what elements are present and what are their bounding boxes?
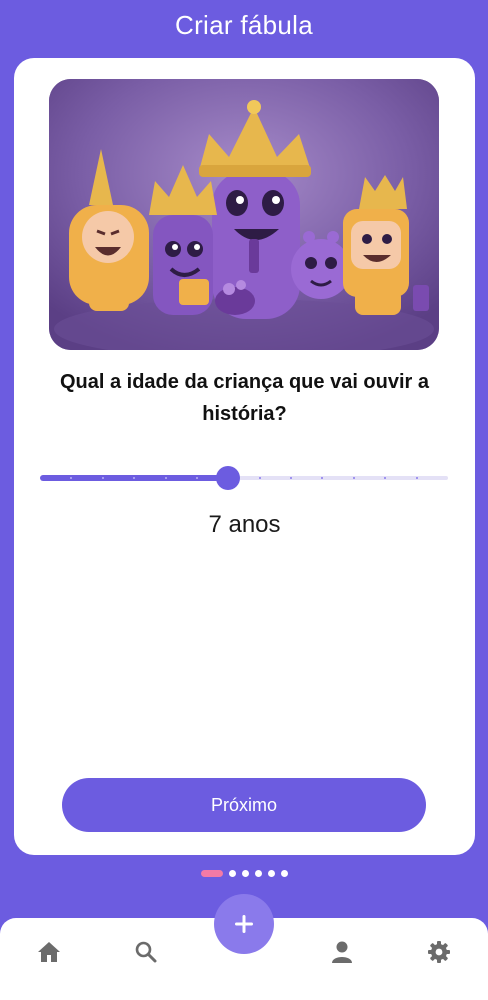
profile-button[interactable] [322,936,362,968]
plus-icon [235,915,253,933]
slider-tick [133,477,135,479]
page-title: Criar fábula [175,10,313,40]
slider-thumb[interactable] [216,466,240,490]
step-dot [254,869,262,877]
slider-tick [102,477,104,479]
step-dot [241,869,249,877]
search-button[interactable] [126,936,166,968]
slider-tick [290,477,292,479]
slider-tick [321,477,323,479]
step-dot [267,869,275,877]
age-slider[interactable] [40,466,448,490]
settings-button[interactable] [419,936,459,968]
slider-tick [165,477,167,479]
slider-tick [259,477,261,479]
slider-tick [416,477,418,479]
slider-tick [70,477,72,479]
home-button[interactable] [29,936,69,968]
slider-tick [353,477,355,479]
step-dot [200,869,223,877]
create-fable-button[interactable] [214,894,274,954]
home-icon [38,942,60,962]
step-dot [280,869,288,877]
search-icon [135,941,157,963]
step-dot [228,869,236,877]
age-value-label: 7 anos [208,511,281,538]
next-button[interactable]: Próximo [62,778,426,832]
slider-tick [196,477,198,479]
hero-illustration [49,79,439,350]
settings-icon [428,941,450,963]
user-icon [332,941,352,963]
age-question: Qual a idade da criança que vai ouvir a … [59,371,430,425]
step-indicator [0,869,488,877]
monsters-with-crowns-image [49,79,439,350]
slider-track-inactive[interactable] [228,476,448,480]
step-card: Qual a idade da criança que vai ouvir a … [14,58,475,855]
slider-tick [384,477,386,479]
